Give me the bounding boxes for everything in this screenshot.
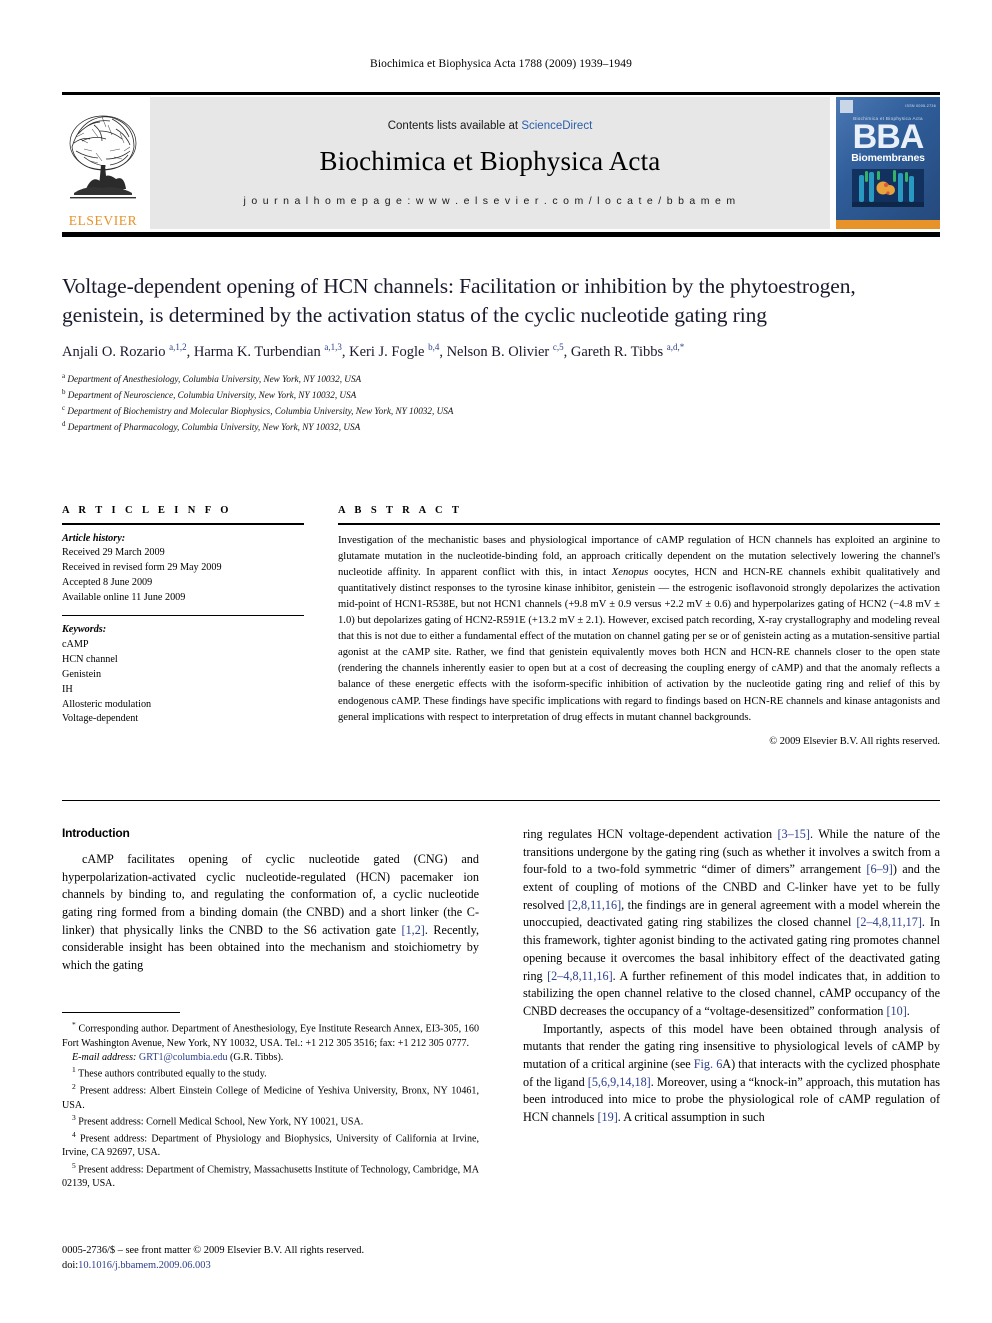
journal-cover-thumbnail: ISSN 0005-2736 Biochimica et Biophysica …	[836, 97, 940, 229]
keyword-item: HCN channel	[62, 653, 118, 665]
affiliation-item: b Department of Neuroscience, Columbia U…	[62, 387, 882, 403]
affiliation-text: Department of Neuroscience, Columbia Uni…	[67, 389, 357, 400]
history-item: Received 29 March 2009	[62, 547, 165, 559]
intro-paragraph-left: cAMP facilitates opening of cyclic nucle…	[62, 852, 480, 973]
cover-bottom-bar	[836, 220, 940, 229]
affiliation-marker: a	[62, 371, 66, 380]
footnote-rule	[62, 1012, 180, 1013]
page-title: Voltage-dependent opening of HCN channel…	[62, 274, 856, 327]
affiliation-marker: c	[62, 403, 66, 412]
author-list: Anjali O. Rozario a,1,2, Harma K. Turben…	[62, 342, 685, 361]
masthead-center-panel: Contents lists available at ScienceDirec…	[150, 97, 830, 229]
abstract-section: A B S T R A C T Investigation of the mec…	[338, 505, 940, 747]
body-top-divider	[62, 800, 940, 801]
article-history-block: Article history: Received 29 March 2009 …	[62, 525, 304, 728]
keyword-item: Allosteric modulation	[62, 698, 152, 710]
footnote-corresponding-author: * Corresponding author. Department of An…	[62, 1020, 479, 1049]
cover-artwork-illustration	[852, 169, 924, 207]
running-head: Biochimica et Biophysica Acta 1788 (2009…	[370, 58, 632, 70]
history-item: Available online 11 June 2009	[62, 592, 186, 604]
body-column-left: Introduction cAMP facilitates opening of…	[62, 826, 479, 975]
keyword-item: cAMP	[62, 638, 89, 650]
journal-masthead: ELSEVIER Contents lists available at Sci…	[62, 92, 940, 237]
imprint-front-matter: 0005-2736/$ – see front matter © 2009 El…	[62, 1245, 365, 1256]
affiliation-text: Department of Anesthesiology, Columbia U…	[67, 373, 362, 384]
keyword-item: Voltage-dependent	[62, 713, 139, 725]
affiliation-list: a Department of Anesthesiology, Columbia…	[62, 371, 882, 435]
history-item: Received in revised form 29 May 2009	[62, 562, 222, 574]
article-history-label: Article history:	[62, 532, 126, 544]
sciencedirect-link[interactable]: ScienceDirect	[521, 120, 592, 132]
cover-artwork	[852, 169, 924, 207]
history-item: Accepted 8 June 2009	[62, 577, 153, 589]
elsevier-tree-icon	[69, 115, 137, 198]
affiliation-item: a Department of Anesthesiology, Columbia…	[62, 371, 882, 387]
footnote-1: 1 These authors contributed equally to t…	[72, 1065, 267, 1080]
affiliation-text: Department of Biochemistry and Molecular…	[67, 406, 454, 417]
affiliation-item: d Department of Pharmacology, Columbia U…	[62, 419, 882, 435]
footnote-block: * Corresponding author. Department of An…	[62, 1012, 479, 1192]
cover-elsevier-mark-icon	[840, 99, 853, 113]
journal-homepage-line[interactable]: j o u r n a l h o m e p a g e : w w w . …	[244, 195, 737, 207]
article-info-heading: A R T I C L E I N F O	[62, 505, 232, 516]
page: Biochimica et Biophysica Acta 1788 (2009…	[0, 0, 992, 1323]
section-heading-introduction: Introduction	[62, 826, 130, 840]
footnote-3: 3 Present address: Cornell Medical Schoo…	[72, 1113, 364, 1128]
abstract-text: Investigation of the mechanistic bases a…	[338, 534, 940, 723]
footnote-2: 2 Present address: Albert Einstein Colle…	[62, 1082, 479, 1111]
keyword-item: IH	[62, 683, 73, 695]
affiliation-marker: b	[62, 387, 66, 396]
footnote-4: 4 Present address: Department of Physiol…	[62, 1129, 479, 1159]
affiliation-marker: d	[62, 420, 66, 428]
cover-series-name: Biomembranes	[851, 152, 925, 164]
keyword-item: Genistein	[62, 668, 102, 680]
footnote-email[interactable]: E-mail address: GRT1@columbia.edu (G.R. …	[62, 1051, 479, 1065]
contents-prefix: Contents lists available at	[387, 119, 522, 132]
keywords-label: Keywords:	[62, 624, 107, 636]
keywords-group: Keywords: cAMP HCN channel Genistein IH …	[62, 616, 304, 727]
journal-title: Biochimica et Biophysica Acta	[319, 145, 661, 176]
doi-value[interactable]: 10.1016/j.bbamem.2009.06.003	[78, 1260, 210, 1271]
copyright-line: © 2009 Elsevier B.V. All rights reserved…	[769, 735, 940, 747]
elsevier-logo: ELSEVIER	[62, 97, 144, 229]
elsevier-wordmark: ELSEVIER	[68, 212, 138, 228]
contents-available-line: Contents lists available at ScienceDirec…	[388, 120, 593, 132]
body-column-right: ring regulates HCN voltage-dependent act…	[523, 826, 940, 1127]
masthead-bottom-rule	[62, 232, 940, 237]
affiliation-text: Department of Pharmacology, Columbia Uni…	[67, 422, 361, 433]
footnote-5: 5 Present address: Department of Chemist…	[62, 1160, 479, 1190]
masthead-top-rule	[62, 92, 940, 95]
cover-bba-logo: BBA	[852, 118, 925, 156]
abstract-heading: A B S T R A C T	[338, 505, 463, 516]
title-block: Voltage-dependent opening of HCN channel…	[62, 272, 882, 435]
doi-label: doi:	[62, 1260, 79, 1272]
affiliation-item: c Department of Biochemistry and Molecul…	[62, 403, 882, 419]
article-info-section: A R T I C L E I N F O Article history: R…	[62, 505, 304, 727]
intro-paragraph-right-1: ring regulates HCN voltage-dependent act…	[523, 827, 940, 1018]
cover-issn: ISSN 0005-2736	[905, 104, 936, 108]
imprint-doi-line: doi:10.1016/j.bbamem.2009.06.003	[62, 1258, 492, 1273]
intro-paragraph-right-2: Importantly, aspects of this model have …	[523, 1021, 940, 1124]
cover-topbar: ISSN 0005-2736	[836, 97, 940, 115]
imprint-block: 0005-2736/$ – see front matter © 2009 El…	[62, 1243, 492, 1274]
article-history-group: Article history: Received 29 March 2009 …	[62, 532, 304, 615]
